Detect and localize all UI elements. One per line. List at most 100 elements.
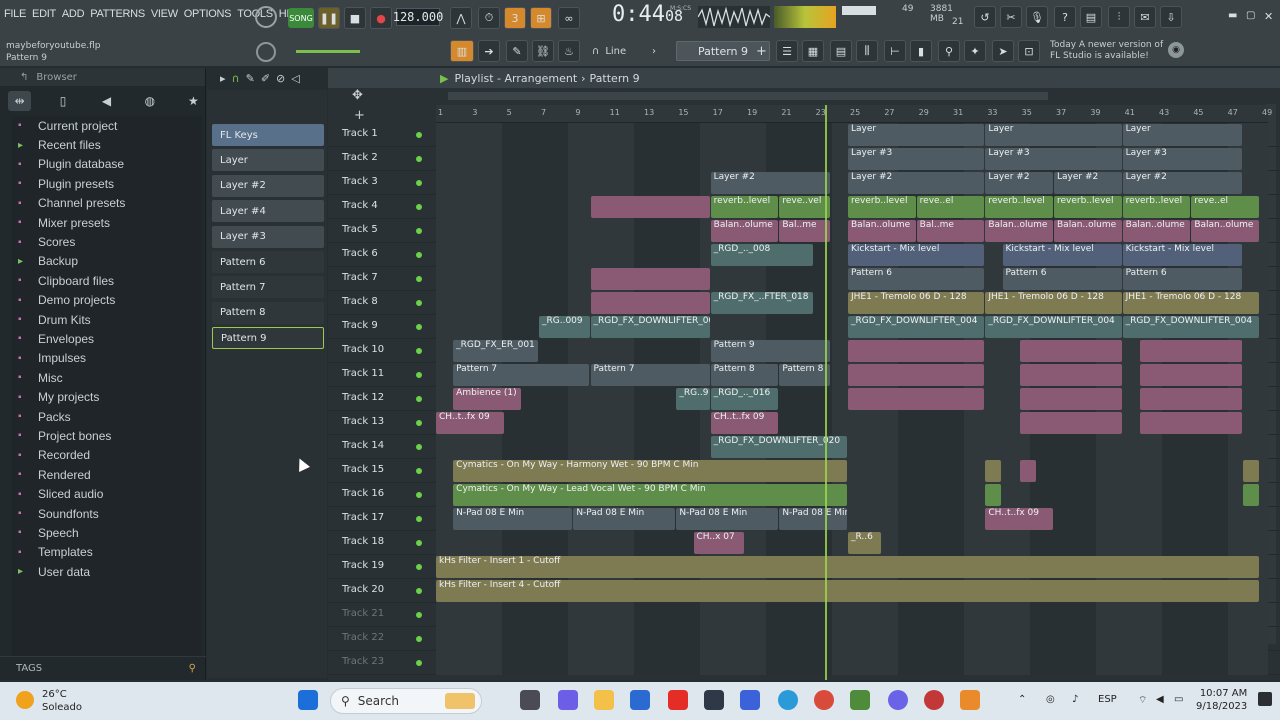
playlist-clip[interactable]: reverb..level: [1122, 196, 1191, 218]
track-name[interactable]: Track 21: [342, 608, 384, 619]
browser-item-channel-presets[interactable]: ▪ Channel presets: [12, 194, 202, 213]
weather-widget[interactable]: 26°C Soleado: [42, 688, 82, 714]
playlist-clip[interactable]: CH..t..fx 09: [436, 412, 504, 434]
track-name[interactable]: Track 23: [342, 656, 384, 667]
playlist-clip[interactable]: [1019, 364, 1122, 386]
track-name[interactable]: Track 11: [342, 368, 384, 379]
download-button[interactable]: ⇩: [1160, 6, 1182, 28]
browser-tab-speaker[interactable]: ◀: [95, 91, 118, 111]
playlist-clip[interactable]: Ambience (1): [453, 388, 521, 410]
track-mute-toggle[interactable]: [416, 564, 422, 570]
track-name[interactable]: Track 5: [342, 224, 378, 235]
task-view-icon[interactable]: [520, 690, 540, 710]
playlist-clip[interactable]: Layer #3: [985, 148, 1122, 170]
edge-icon[interactable]: [778, 690, 798, 710]
track-mute-toggle[interactable]: [416, 636, 422, 642]
track-name[interactable]: Track 18: [342, 536, 384, 547]
horizontal-scrollbar[interactable]: [448, 92, 1048, 100]
playlist-clip[interactable]: reve..el: [916, 196, 985, 218]
playlist-clip[interactable]: [848, 340, 985, 362]
channel-rack-button[interactable]: ☰: [776, 40, 798, 62]
magnet-tool-icon[interactable]: ∩: [232, 72, 240, 85]
cut-button[interactable]: ✂: [1000, 6, 1022, 28]
picker-item[interactable]: Layer #2: [212, 174, 324, 197]
picker-item[interactable]: Pattern 7: [212, 276, 324, 299]
track-lane[interactable]: _RGD_FX_ER_001 Pattern 9: [436, 339, 1268, 363]
playlist-clip[interactable]: reverb..level: [985, 196, 1053, 218]
playlist-clip[interactable]: CH..t..fx 09: [985, 508, 1053, 530]
playlist-clip[interactable]: [1139, 340, 1242, 362]
browser-item-sliced-audio[interactable]: ▪ Sliced audio: [12, 484, 202, 503]
taskbar-clock[interactable]: 10:07 AM 9/18/2023: [1196, 687, 1247, 713]
playlist-clip[interactable]: reverb..level: [710, 196, 779, 218]
playlist-clip[interactable]: [1242, 484, 1259, 506]
playlist-clip[interactable]: JHE1 - Tremolo 06 D - 128: [848, 292, 985, 314]
playlist-clip[interactable]: reve..el: [1191, 196, 1259, 218]
track-mute-toggle[interactable]: [416, 396, 422, 402]
playlist-clip[interactable]: reverb..level: [1054, 196, 1122, 218]
browser-item-recent-files[interactable]: ▸ Recent files: [12, 135, 202, 154]
track-name[interactable]: Track 19: [342, 560, 384, 571]
close-window-button[interactable]: ✕: [1264, 10, 1273, 23]
playlist-clip[interactable]: CH..t..fx 09: [710, 412, 779, 434]
playlist-clip[interactable]: Layer #3: [1122, 148, 1242, 170]
playlist-clip[interactable]: Pattern 6: [1002, 268, 1122, 290]
playlist-clip[interactable]: _RGD_.._008: [710, 244, 813, 266]
track-name[interactable]: Track 13: [342, 416, 384, 427]
snap-selector[interactable]: ∩ Line ›: [586, 41, 656, 61]
menu-item-options[interactable]: OPTIONS: [184, 8, 232, 20]
playlist-clip[interactable]: kHs Filter - Insert 1 - Cutoff: [436, 556, 1259, 578]
playlist-clip[interactable]: _RGD_FX_DOWNLIFTER_003: [590, 316, 710, 338]
playlist-clip[interactable]: Balan..olume: [1191, 220, 1259, 242]
fl-studio-icon[interactable]: [960, 690, 980, 710]
playlist-clip[interactable]: Kickstart - Mix level: [1122, 244, 1242, 266]
track-name[interactable]: Track 20: [342, 584, 384, 595]
playlist-clip[interactable]: [1019, 340, 1122, 362]
playlist-clip[interactable]: Cymatics - On My Way - Lead Vocal Wet - …: [453, 484, 847, 506]
browser-item-misc[interactable]: ▪ Misc: [12, 368, 202, 387]
picker-item[interactable]: Pattern 8: [212, 301, 324, 324]
discord-icon[interactable]: [888, 690, 908, 710]
photos-icon[interactable]: [850, 690, 870, 710]
add-pattern-button[interactable]: +: [756, 44, 767, 59]
menu-item-add[interactable]: ADD: [62, 8, 85, 20]
piano-roll-button[interactable]: ▦: [802, 40, 824, 62]
track-name[interactable]: Track 22: [342, 632, 384, 643]
playlist-clip[interactable]: _R..6: [848, 532, 882, 554]
master-pitch-slider[interactable]: [296, 50, 360, 53]
playlist-clip[interactable]: [848, 388, 985, 410]
track-lane[interactable]: Pattern 7 Pattern 7 Pattern 8 Pattern 8: [436, 363, 1268, 387]
save-button[interactable]: ▤: [1080, 6, 1102, 28]
help-button[interactable]: ?: [1054, 6, 1076, 28]
track-name[interactable]: Track 17: [342, 512, 384, 523]
playlist-clip[interactable]: [985, 460, 1002, 482]
tempo-display[interactable]: 128.000: [393, 8, 443, 26]
menu-item-file[interactable]: FILE: [4, 8, 26, 20]
playlist-clip[interactable]: N-Pad 08 E Min: [453, 508, 573, 530]
song-mode-toggle[interactable]: SONG: [288, 8, 314, 28]
track-name[interactable]: Track 6: [342, 248, 378, 259]
playlist-clip[interactable]: Layer #3: [848, 148, 985, 170]
track-lane[interactable]: [436, 627, 1268, 651]
track-lane[interactable]: [436, 651, 1268, 675]
track-mute-toggle[interactable]: [416, 420, 422, 426]
start-icon[interactable]: [298, 690, 318, 710]
browser-item-project-bones[interactable]: ▪ Project bones: [12, 426, 202, 445]
system-tray[interactable]: ⌃ ◎ ♪ ESP ⌔ ◀ ▭: [1018, 694, 1183, 706]
track-mute-toggle[interactable]: [416, 588, 422, 594]
pitch-knob[interactable]: [256, 42, 276, 62]
add-track-icon[interactable]: +: [354, 108, 365, 123]
track-name[interactable]: Track 10: [342, 344, 384, 355]
track-mute-toggle[interactable]: [416, 300, 422, 306]
playlist-clip[interactable]: CH..x 07: [693, 532, 744, 554]
playlist-clip[interactable]: Pattern 9: [710, 340, 830, 362]
track-mute-toggle[interactable]: [416, 468, 422, 474]
track-mute-toggle[interactable]: [416, 612, 422, 618]
playlist-clip[interactable]: [590, 268, 710, 290]
track-name[interactable]: Track 12: [342, 392, 384, 403]
file-explorer-icon[interactable]: [594, 690, 614, 710]
playlist-clip[interactable]: N-Pad 08 E Min: [676, 508, 779, 530]
browser-item-soundfonts[interactable]: ▪ Soundfonts: [12, 504, 202, 523]
track-lane[interactable]: Layer Layer Layer: [436, 123, 1268, 147]
minimize-window-button[interactable]: ▬: [1228, 10, 1237, 21]
